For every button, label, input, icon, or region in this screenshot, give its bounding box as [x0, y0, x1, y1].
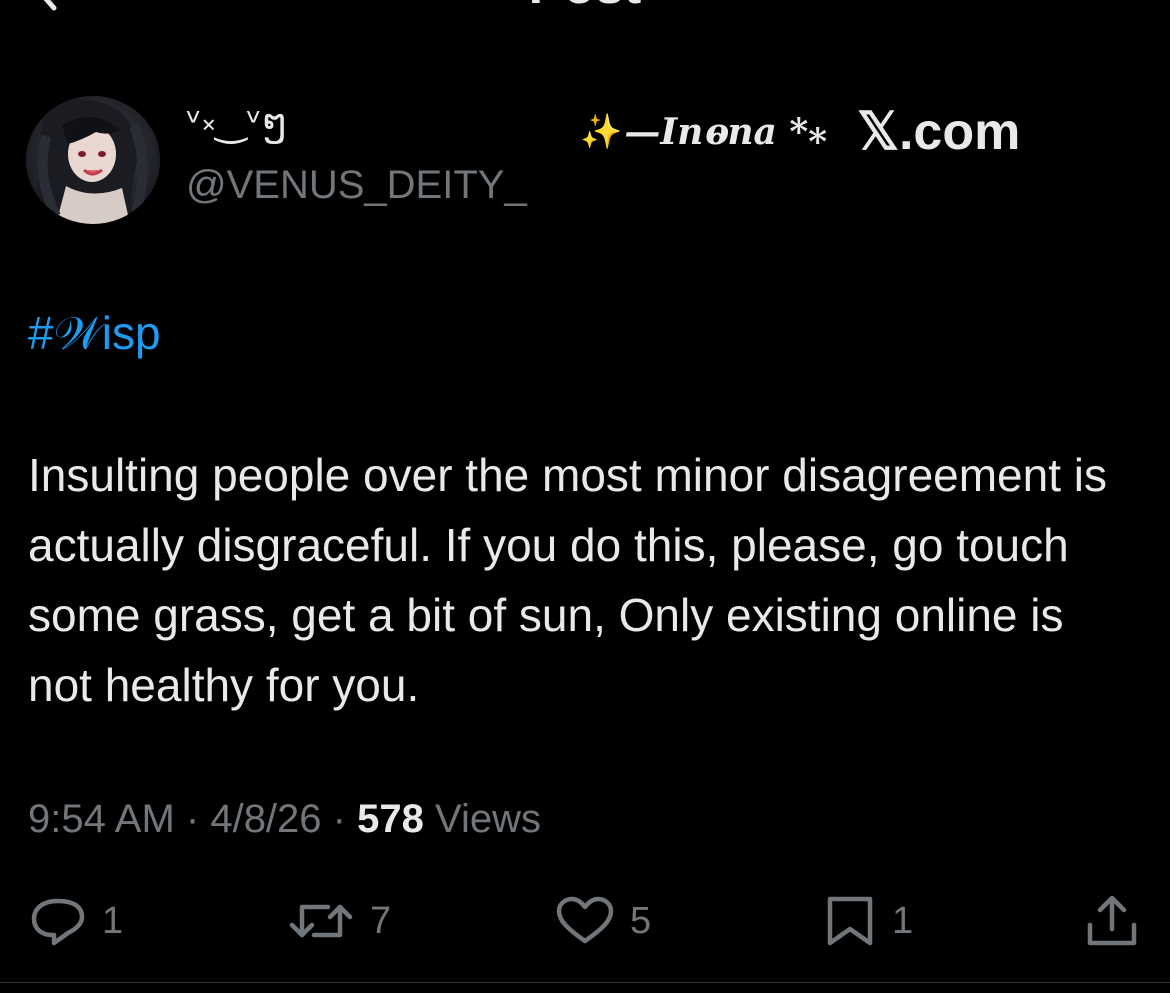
- hashtag-link[interactable]: #𝒲isp: [28, 306, 161, 360]
- like-button[interactable]: 5: [554, 886, 651, 956]
- like-count: 5: [630, 899, 652, 942]
- meta-separator: ·: [185, 797, 211, 841]
- post-text: Insulting people over the most minor dis…: [28, 449, 1108, 711]
- post-meta: 9:54 AM · 4/8/26 · 578 Views: [28, 794, 541, 844]
- post-time: 9:54 AM: [28, 797, 175, 841]
- share-icon: [1087, 895, 1137, 946]
- repost-icon: [289, 904, 353, 938]
- avatar[interactable]: [26, 96, 160, 224]
- reply-icon: [31, 898, 85, 946]
- sparkle-icon: ✨: [580, 112, 623, 152]
- views-label[interactable]: Views: [435, 797, 541, 841]
- bookmark-count: 1: [892, 899, 914, 942]
- views-count[interactable]: 578: [357, 797, 424, 841]
- bookmark-button[interactable]: 1: [822, 886, 913, 956]
- meta-separator: ·: [332, 797, 358, 841]
- author-display-name[interactable]: ᵛ༝‿ᵛໆ: [186, 100, 288, 144]
- watermark-name: —Inⱺna *⁎: [624, 111, 828, 153]
- action-bar: 1 7 5 1: [0, 886, 1170, 956]
- author-handle[interactable]: @VENUS_DEITY_: [186, 162, 527, 208]
- repost-count: 7: [370, 899, 392, 942]
- share-button[interactable]: [1084, 886, 1140, 956]
- reply-button[interactable]: 1: [28, 886, 123, 956]
- divider: [0, 982, 1170, 983]
- avatar-image: [26, 96, 160, 224]
- post-date: 4/8/26: [210, 797, 322, 841]
- like-icon: [556, 896, 614, 944]
- bookmark-icon: [827, 896, 873, 946]
- page-title: Post: [0, 0, 1170, 14]
- repost-button[interactable]: 7: [286, 886, 391, 956]
- reply-count: 1: [102, 899, 124, 942]
- watermark-site: 𝕏.com: [857, 103, 1021, 161]
- top-bar: Post: [0, 0, 1170, 14]
- watermark: ✨ —Inⱺna *⁎ 𝕏.com: [580, 103, 1021, 161]
